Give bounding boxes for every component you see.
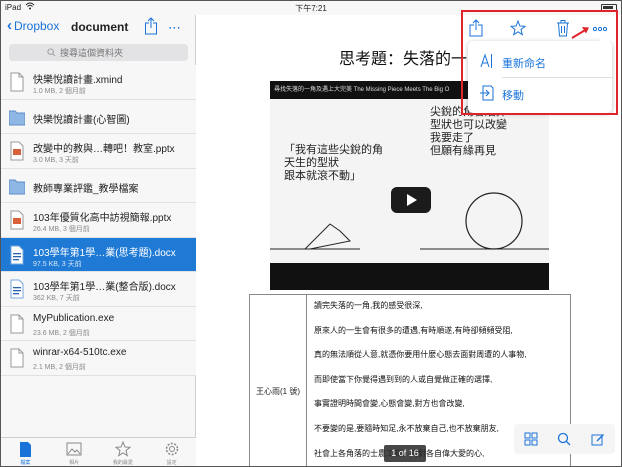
file-row[interactable]: 103學年第1學…業(整合版).docx 362 KB, 7 天前 — [1, 272, 196, 307]
search-icon — [47, 48, 56, 57]
sidebar: ‹ Dropbox document ⋯ 快樂悅讀計畫.xmind 1.0 MB,… — [1, 15, 196, 466]
response-line: 讀完失落的一角,我的感受很深, — [314, 301, 423, 310]
response-line: 真的無法順從人意,就憑你要用什麼心態去面對周遭的人事物, — [314, 350, 527, 360]
file-meta: 1.0 MB, 2 個月前 — [33, 88, 86, 95]
file-meta: 3.0 MB, 3 天前 — [33, 157, 79, 164]
file-meta: 362 KB, 7 天前 — [33, 295, 80, 302]
status-time: 下午7:21 — [295, 4, 327, 13]
word-document-icon — [10, 279, 24, 299]
photos-icon — [66, 442, 82, 456]
folder-icon — [9, 110, 25, 125]
search-box[interactable] — [9, 44, 188, 61]
document-title: 思考題：失落的一角 — [339, 51, 484, 68]
menu-item-rename[interactable]: 重新命名 — [468, 45, 612, 77]
files-icon — [20, 442, 32, 457]
file-name: 103學年第1學…業(思考題).docx — [33, 247, 176, 259]
file-meta: 23.6 MB, 2 個月前 — [33, 329, 90, 337]
menu-item-move[interactable]: 移動 — [468, 77, 612, 109]
folder-row[interactable]: 教師專業評鑑_教學檔案 — [1, 168, 196, 203]
file-name: 快樂悅讀計畫(心智圖) — [33, 114, 130, 126]
play-button[interactable] — [391, 187, 431, 213]
video-frame: 尖銳的角會磨掉型狀也可以改變我要走了但願有緣再見 「我有這些尖銳的角天生的型狀跟… — [270, 99, 549, 263]
menu-item-move-label: 移動 — [502, 90, 524, 102]
tab-bar: 檔案 相片 我的最愛 設定 — [1, 437, 196, 466]
tab-label: 相片 — [69, 460, 80, 466]
document-icon — [10, 314, 24, 333]
tab-label: 設定 — [166, 460, 177, 466]
student-name-cell: 王心雨(1 號) — [250, 295, 307, 466]
file-row[interactable]: 快樂悅讀計畫.xmind 1.0 MB, 2 個月前 — [1, 65, 196, 100]
file-row[interactable]: MyPublication.exe 23.6 MB, 2 個月前 — [1, 306, 196, 341]
back-button[interactable]: ‹ Dropbox — [7, 17, 60, 34]
tab-favorites[interactable]: 我的最愛 — [99, 438, 148, 466]
tab-settings[interactable]: 設定 — [147, 438, 196, 466]
presentation-icon — [10, 210, 24, 230]
menu-item-rename-label: 重新命名 — [502, 58, 546, 70]
share-icon[interactable] — [144, 17, 158, 35]
trash-icon[interactable] — [555, 19, 571, 37]
back-label: Dropbox — [14, 19, 60, 33]
folder-row[interactable]: 快樂悅讀計畫(心智圖) — [1, 99, 196, 134]
file-name: 103學年第1學…業(整合版).docx — [33, 282, 176, 293]
search-icon[interactable] — [557, 432, 571, 446]
folder-title: document — [71, 20, 129, 34]
presentation-icon — [10, 141, 24, 161]
document-icon — [10, 348, 24, 368]
red-arrow-annotation — [571, 27, 589, 39]
tab-label: 檔案 — [20, 460, 31, 466]
video-caption: 尋找失落的一角及遇上大完美 The Missing Piece Meets Th… — [274, 87, 450, 93]
file-name: 103年優質化高中訪視簡報.pptx — [33, 213, 172, 224]
student-name: 王心雨(1 號) — [256, 387, 300, 396]
file-meta: 26.4 MB, 3 個月前 — [33, 226, 90, 233]
file-meta: 2.1 MB, 2 個月前 — [33, 364, 86, 371]
file-row[interactable]: 改變中的教與…轉吧！教室.pptx 3.0 MB, 3 天前 — [1, 134, 196, 169]
document-icon — [10, 72, 24, 92]
settings-icon — [165, 442, 178, 456]
more-icon[interactable]: ⋯ — [168, 20, 181, 36]
more-options-popover: 重新命名 移動 — [468, 35, 612, 113]
file-name: 改變中的教與…轉吧！教室.pptx — [33, 144, 175, 155]
folder-icon — [9, 179, 25, 194]
search-input[interactable] — [60, 47, 150, 58]
chevron-left-icon: ‹ — [7, 17, 12, 34]
star-icon[interactable] — [510, 19, 526, 37]
file-list: 快樂悅讀計畫.xmind 1.0 MB, 2 個月前快樂悅讀計畫(心智圖) 改變中的… — [1, 65, 196, 376]
file-meta: 97.5 KB, 3 天前 — [33, 260, 82, 268]
rename-icon — [480, 53, 492, 68]
word-document-icon — [10, 245, 24, 264]
document-toolbar — [468, 15, 616, 41]
ipad-screen: iPad 下午7:21 ‹ Dropbox document ⋯ 搜尋這個資料夾… — [0, 0, 622, 467]
tab-label: 我的最愛 — [112, 460, 133, 466]
file-name: 教師專業評鑑_教學檔案 — [33, 183, 139, 195]
favorites-icon — [114, 441, 131, 457]
file-row[interactable]: winrar-x64-510tc.exe 2.1 MB, 2 個月前 — [1, 341, 196, 376]
file-name: winrar-x64-510tc.exe — [33, 347, 127, 358]
status-bar: iPad 下午7:21 — [1, 1, 621, 15]
bottom-toolbar — [514, 424, 615, 454]
battery-icon — [601, 4, 617, 11]
video-sketch — [270, 192, 549, 250]
response-line: 事實證明時間會變,心態會變,對方也會改變, — [314, 399, 465, 409]
move-icon — [480, 85, 494, 101]
page-indicator: 1 of 16 — [384, 445, 426, 462]
file-row[interactable]: 103年優質化高中訪視簡報.pptx 26.4 MB, 3 個月前 — [1, 203, 196, 238]
response-line: 原來人的一生會有很多的遭遇,有時順遂,有時卻頻頻受阻, — [314, 325, 513, 335]
response-line: 而即使當下你覺得遇到到的人或自覺做正確的選擇, — [314, 374, 493, 384]
sidebar-header: ‹ Dropbox document ⋯ — [1, 15, 196, 41]
tab-files[interactable]: 檔案 — [1, 438, 50, 466]
file-name: MyPublication.exe — [33, 312, 115, 324]
file-name: 快樂悅讀計畫.xmind — [33, 75, 123, 86]
tab-photos[interactable]: 相片 — [50, 438, 99, 466]
grid-icon[interactable] — [524, 432, 538, 446]
share-icon[interactable] — [468, 19, 484, 37]
file-row[interactable]: 103學年第1學…業(思考題).docx 97.5 KB, 3 天前 — [1, 237, 196, 272]
edit-icon[interactable] — [591, 432, 605, 446]
